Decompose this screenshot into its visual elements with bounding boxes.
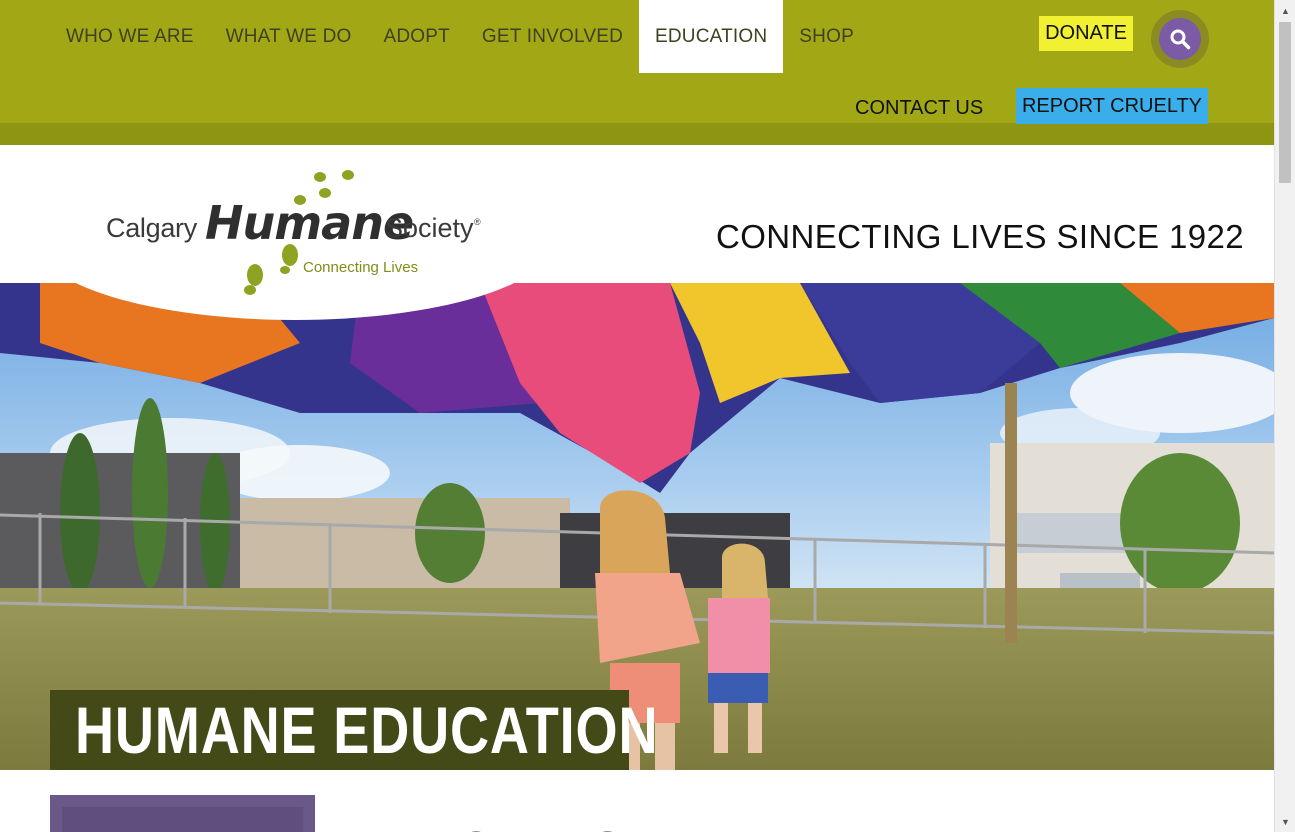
search-button[interactable] bbox=[1151, 10, 1209, 68]
nav-item-education[interactable]: EDUCATION bbox=[639, 0, 784, 73]
hero-title-banner: HUMANE EDUCATION bbox=[50, 690, 658, 770]
nav-item-shop[interactable]: SHOP bbox=[783, 0, 870, 73]
scroll-down-arrow-icon[interactable]: ▼ bbox=[1275, 813, 1295, 830]
logo-slogan: Connecting Lives bbox=[303, 259, 419, 276]
search-icon bbox=[1170, 29, 1191, 50]
contact-us-link[interactable]: CONTACT US bbox=[855, 97, 983, 120]
nav-item-adopt[interactable]: ADOPT bbox=[367, 0, 465, 73]
page-scrollbar[interactable]: ▲ ▼ bbox=[1274, 0, 1295, 832]
nav-item-what-we-do[interactable]: WHAT WE DO bbox=[210, 0, 368, 73]
top-navigation-strip bbox=[0, 123, 1274, 145]
section-heading: DAY CAMPS bbox=[355, 818, 623, 832]
nav-item-get-involved[interactable]: GET INVOLVED bbox=[466, 0, 639, 73]
hero-title: HUMANE EDUCATION bbox=[75, 693, 659, 767]
logo-registered-mark: ® bbox=[474, 217, 481, 227]
report-cruelty-button[interactable]: REPORT CRUELTY bbox=[1016, 88, 1208, 124]
search-button-inner bbox=[1159, 18, 1201, 60]
scroll-thumb[interactable] bbox=[1279, 22, 1291, 183]
logo-text-society: Society bbox=[385, 213, 474, 243]
logo-text-calgary: Calgary bbox=[106, 213, 197, 243]
logo-text-humane: Humane bbox=[205, 196, 414, 250]
sidebar-card-inner bbox=[62, 807, 303, 832]
nav-item-who-we-are[interactable]: WHO WE ARE bbox=[50, 0, 210, 73]
main-nav: WHO WE ARE WHAT WE DO ADOPT GET INVOLVED… bbox=[50, 0, 870, 73]
tagline: CONNECTING LIVES SINCE 1922 bbox=[716, 218, 1244, 255]
scroll-up-arrow-icon[interactable]: ▲ bbox=[1275, 2, 1295, 19]
donate-button[interactable]: DONATE bbox=[1039, 16, 1133, 51]
